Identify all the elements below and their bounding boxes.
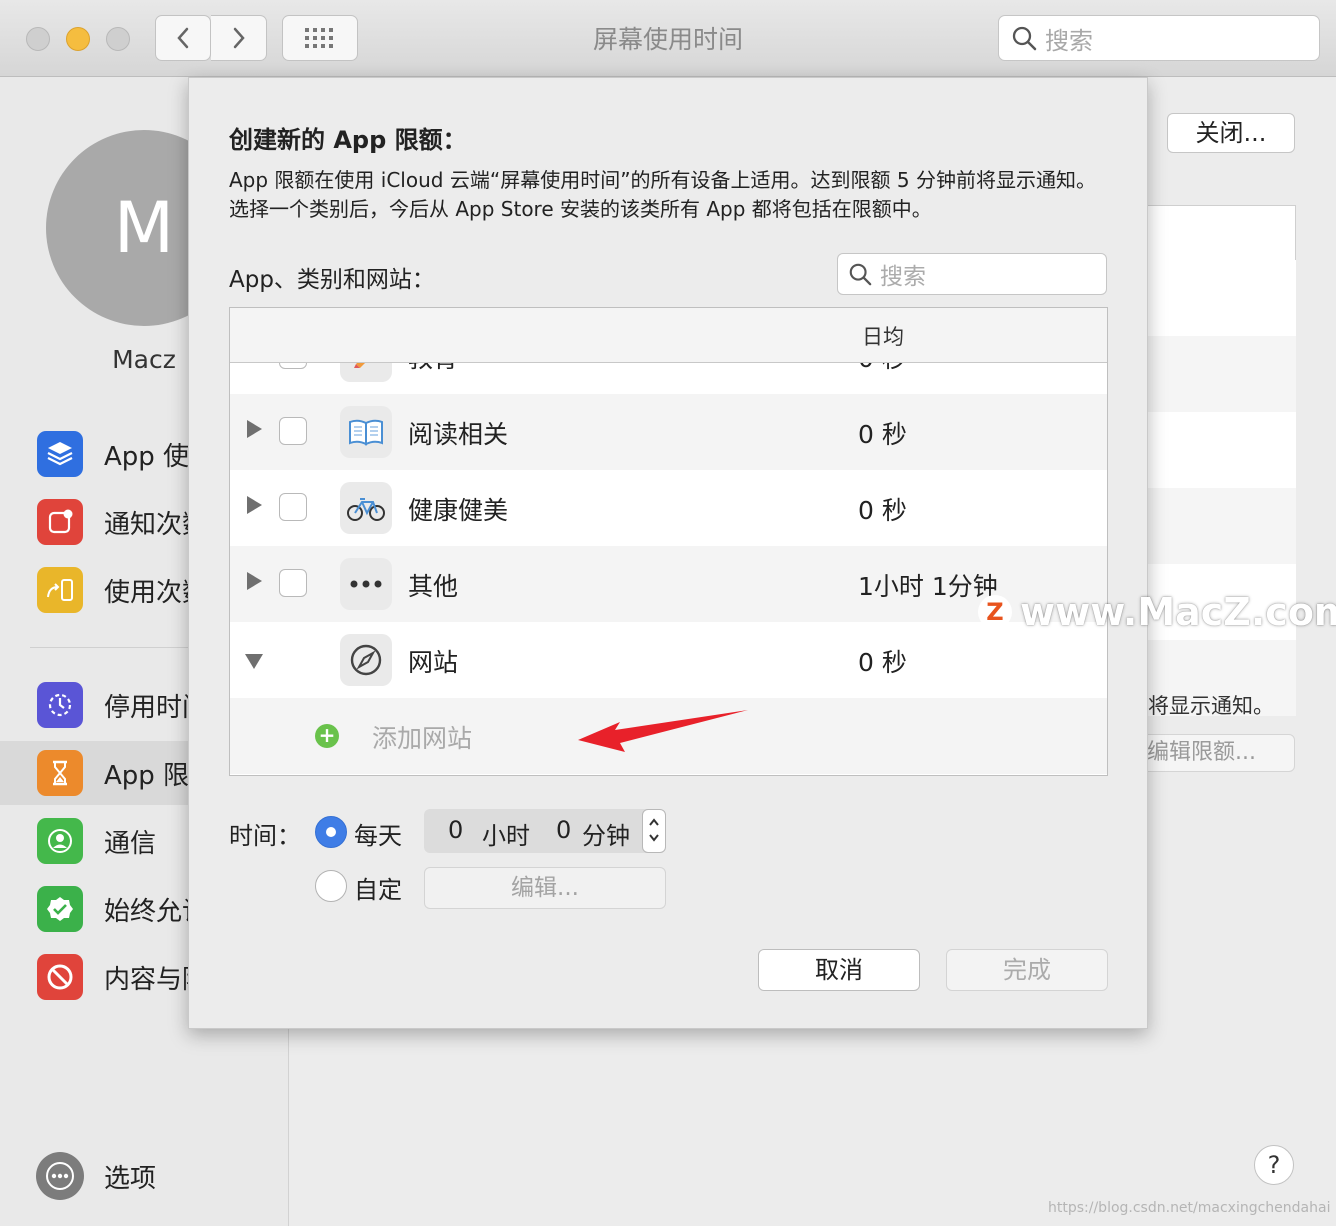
category-checkbox[interactable] <box>279 493 307 521</box>
table-row[interactable]: 阅读相关 0 秒 <box>230 394 1107 470</box>
column-daily-average: 日均 <box>862 325 904 349</box>
add-website-label[interactable]: 添加网站 <box>372 719 472 755</box>
custom-radio[interactable] <box>315 870 347 902</box>
done-button[interactable]: 完成 <box>946 949 1108 991</box>
minutes-unit: 分钟 <box>582 822 630 850</box>
bicycle-icon <box>340 482 392 534</box>
search-icon <box>849 263 872 286</box>
edit-custom-button[interactable]: 编辑... <box>424 867 666 909</box>
stack-icon <box>37 431 83 477</box>
hours-value[interactable]: 0 <box>448 816 463 844</box>
watermark-logo: Z <box>978 595 1012 629</box>
every-day-label[interactable]: 每天 <box>354 816 402 851</box>
disclosure-triangle-expanded[interactable] <box>245 654 263 669</box>
category-value: 0 秒 <box>858 648 907 677</box>
red-arrow-annotation <box>578 710 748 752</box>
category-checkbox[interactable] <box>279 569 307 597</box>
time-limit-field[interactable]: 0 小时 0 分钟 <box>424 809 664 853</box>
sheet-title: 创建新的 App 限额： <box>229 126 467 154</box>
minutes-value[interactable]: 0 <box>556 816 571 844</box>
downtime-icon <box>37 682 83 728</box>
sidebar-item-label: 通信 <box>104 828 157 859</box>
disclosure-triangle[interactable] <box>247 572 262 590</box>
ellipsis-icon <box>340 558 392 610</box>
footer-url: https://blog.csdn.net/macxingchendahai <box>1048 1200 1331 1216</box>
add-icon[interactable]: + <box>315 724 339 748</box>
watermark-text: www.MacZ.com <box>1020 590 1336 634</box>
search-placeholder: 搜索 <box>880 264 926 290</box>
help-button[interactable]: ? <box>1254 1145 1294 1185</box>
create-limit-sheet: 创建新的 App 限额： App 限额在使用 iCloud 云端“屏幕使用时间”… <box>188 77 1148 1029</box>
category-checkbox[interactable] <box>279 417 307 445</box>
hourglass-icon <box>37 750 83 796</box>
category-value: 1小时 1分钟 <box>858 572 998 601</box>
stepper-arrows-icon <box>649 818 659 842</box>
compass-icon <box>340 634 392 686</box>
hours-unit: 小时 <box>482 822 530 850</box>
search-icon <box>1012 26 1037 51</box>
disclosure-triangle[interactable] <box>247 420 262 438</box>
table-row[interactable]: 其他 1小时 1分钟 <box>230 546 1107 622</box>
search-field[interactable]: 搜索 <box>998 15 1320 61</box>
contact-icon <box>37 818 83 864</box>
time-stepper[interactable] <box>642 809 666 853</box>
avatar-letter: M <box>113 187 175 269</box>
custom-label[interactable]: 自定 <box>354 870 402 905</box>
title-bar: 屏幕使用时间 搜索 <box>0 0 1336 77</box>
search-placeholder: 搜索 <box>1045 26 1093 55</box>
options-label[interactable]: 选项 <box>104 1158 156 1195</box>
category-value: 0 秒 <box>858 496 907 525</box>
close-button[interactable]: 关闭... <box>1167 113 1295 153</box>
category-value: 0 秒 <box>858 420 907 449</box>
pickup-icon <box>37 567 83 613</box>
disclosure-triangle[interactable] <box>247 496 262 514</box>
prohibited-icon <box>37 954 83 1000</box>
checkmark-badge-icon <box>37 886 83 932</box>
table-header: 日均 <box>230 308 1107 363</box>
notification-note: 将显示通知。 <box>1148 694 1274 718</box>
time-label: 时间： <box>229 822 301 850</box>
cancel-button[interactable]: 取消 <box>758 949 920 991</box>
category-search-field[interactable]: 搜索 <box>837 253 1107 295</box>
table-row[interactable]: 网站 0 秒 <box>230 622 1107 698</box>
category-name: 其他 <box>408 572 459 601</box>
every-day-radio[interactable] <box>315 816 347 848</box>
category-name: 阅读相关 <box>408 420 509 449</box>
watermark: Z www.MacZ.com <box>978 590 1336 634</box>
list-label: App、类别和网站： <box>229 267 435 293</box>
book-icon <box>340 406 392 458</box>
edit-limits-button[interactable]: 编辑限额... <box>1138 734 1295 772</box>
category-name: 网站 <box>408 648 459 677</box>
sheet-description: App 限额在使用 iCloud 云端“屏幕使用时间”的所有设备上适用。达到限额… <box>229 168 1096 221</box>
category-name: 健康健美 <box>408 496 509 525</box>
table-row[interactable]: 健康健美 0 秒 <box>230 470 1107 546</box>
options-icon[interactable] <box>36 1152 84 1200</box>
notification-icon <box>37 499 83 545</box>
